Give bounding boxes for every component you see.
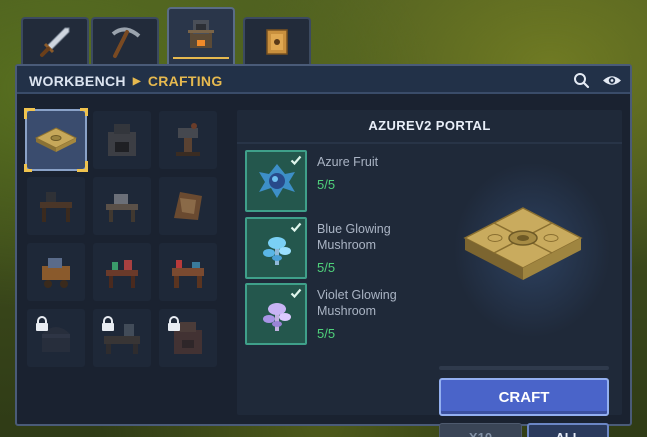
- active-tab-indicator: [173, 57, 229, 59]
- breadcrumb-root[interactable]: WORKBENCH: [29, 73, 126, 89]
- recipe-title: AZUREV2 PORTAL: [368, 118, 491, 133]
- tool-bench-icon: [106, 194, 138, 222]
- ingredient-icon-box: [245, 217, 307, 279]
- craft-progress-bar: [439, 366, 609, 370]
- breadcrumb: WORKBENCH ▶ CRAFTING: [29, 73, 223, 89]
- lock-icon: [36, 316, 48, 331]
- recipe-slot-furnace[interactable]: [93, 111, 151, 169]
- recipe-slot-anvil-stand[interactable]: [159, 111, 217, 169]
- ingredient-count: 5/5: [317, 177, 336, 192]
- selection-corner: [24, 164, 32, 172]
- recipe-slot-cart-station[interactable]: [27, 243, 85, 301]
- portal-tile-icon: [463, 207, 583, 280]
- tab-tools[interactable]: [21, 17, 89, 65]
- check-icon: [290, 288, 302, 299]
- ingredient-icon-box: [245, 150, 307, 212]
- ingredient-icon-box: [245, 283, 307, 345]
- check-icon: [290, 222, 302, 233]
- crafting-window: WORKBENCH ▶ CRAFTING AZUREV2 PORTAL Azur…: [15, 64, 632, 437]
- crafting-desk-icon: [172, 260, 204, 288]
- recipe-slot-crafting-desk[interactable]: [159, 243, 217, 301]
- ingredient-name: Violet Glowing Mushroom: [317, 288, 397, 318]
- ingredient-count: 5/5: [317, 260, 336, 275]
- anvil-stand-icon: [176, 123, 200, 156]
- recipe-slot-locked-chest[interactable]: [27, 309, 85, 367]
- title-divider: [237, 142, 622, 144]
- window-header: WORKBENCH ▶ CRAFTING: [17, 66, 630, 94]
- sword-icon: [40, 27, 70, 57]
- eye-icon[interactable]: [602, 72, 622, 89]
- pickaxe-icon: [111, 27, 141, 58]
- craft-x10-button[interactable]: X10: [439, 423, 522, 437]
- portal-tile-icon: [34, 127, 78, 152]
- recipe-slot-alchemy-table[interactable]: [93, 243, 151, 301]
- recipe-slot-locked-forge[interactable]: [159, 309, 217, 367]
- selection-corner: [80, 108, 88, 116]
- tab-pickaxe[interactable]: [91, 17, 159, 65]
- tanning-rack-icon: [174, 192, 202, 220]
- ingredient-item[interactable]: Azure Fruit 5/5: [245, 150, 425, 212]
- tab-crate[interactable]: [243, 17, 311, 65]
- ingredient-item[interactable]: Blue Glowing Mushroom 5/5: [245, 217, 425, 279]
- recipe-slot-dark-workbench[interactable]: [27, 177, 85, 235]
- cart-station-icon: [42, 258, 70, 288]
- furnace-icon: [108, 124, 136, 156]
- check-icon: [290, 155, 302, 166]
- ingredient-count: 5/5: [317, 326, 336, 341]
- lock-icon: [102, 316, 114, 331]
- lock-icon: [168, 316, 180, 331]
- chevron-right-icon: ▶: [132, 75, 141, 87]
- breadcrumb-current: CRAFTING: [147, 73, 223, 89]
- tab-workbench[interactable]: [167, 7, 235, 65]
- recipe-slot-locked-bench[interactable]: [93, 309, 151, 367]
- ingredient-name: Azure Fruit: [317, 155, 379, 169]
- ingredient-item[interactable]: Violet Glowing Mushroom 5/5: [245, 283, 425, 345]
- search-icon[interactable]: [573, 72, 590, 89]
- craft-all-button[interactable]: ALL: [527, 423, 609, 437]
- recipe-grid: [24, 108, 219, 367]
- recipe-detail-panel: AZUREV2 PORTAL Azure Fruit 5/5 Blue Glow…: [237, 110, 622, 437]
- ingredient-name: Blue Glowing Mushroom: [317, 222, 391, 252]
- workbench-icon: [188, 20, 214, 49]
- dark-workbench-icon: [40, 192, 72, 222]
- recipe-slot-azurev2-portal[interactable]: [24, 108, 88, 172]
- recipe-slot-tanning-rack[interactable]: [159, 177, 217, 235]
- alchemy-table-icon: [106, 260, 138, 288]
- recipe-slot-tool-bench[interactable]: [93, 177, 151, 235]
- craft-button[interactable]: CRAFT: [439, 378, 609, 416]
- crate-icon: [266, 29, 288, 55]
